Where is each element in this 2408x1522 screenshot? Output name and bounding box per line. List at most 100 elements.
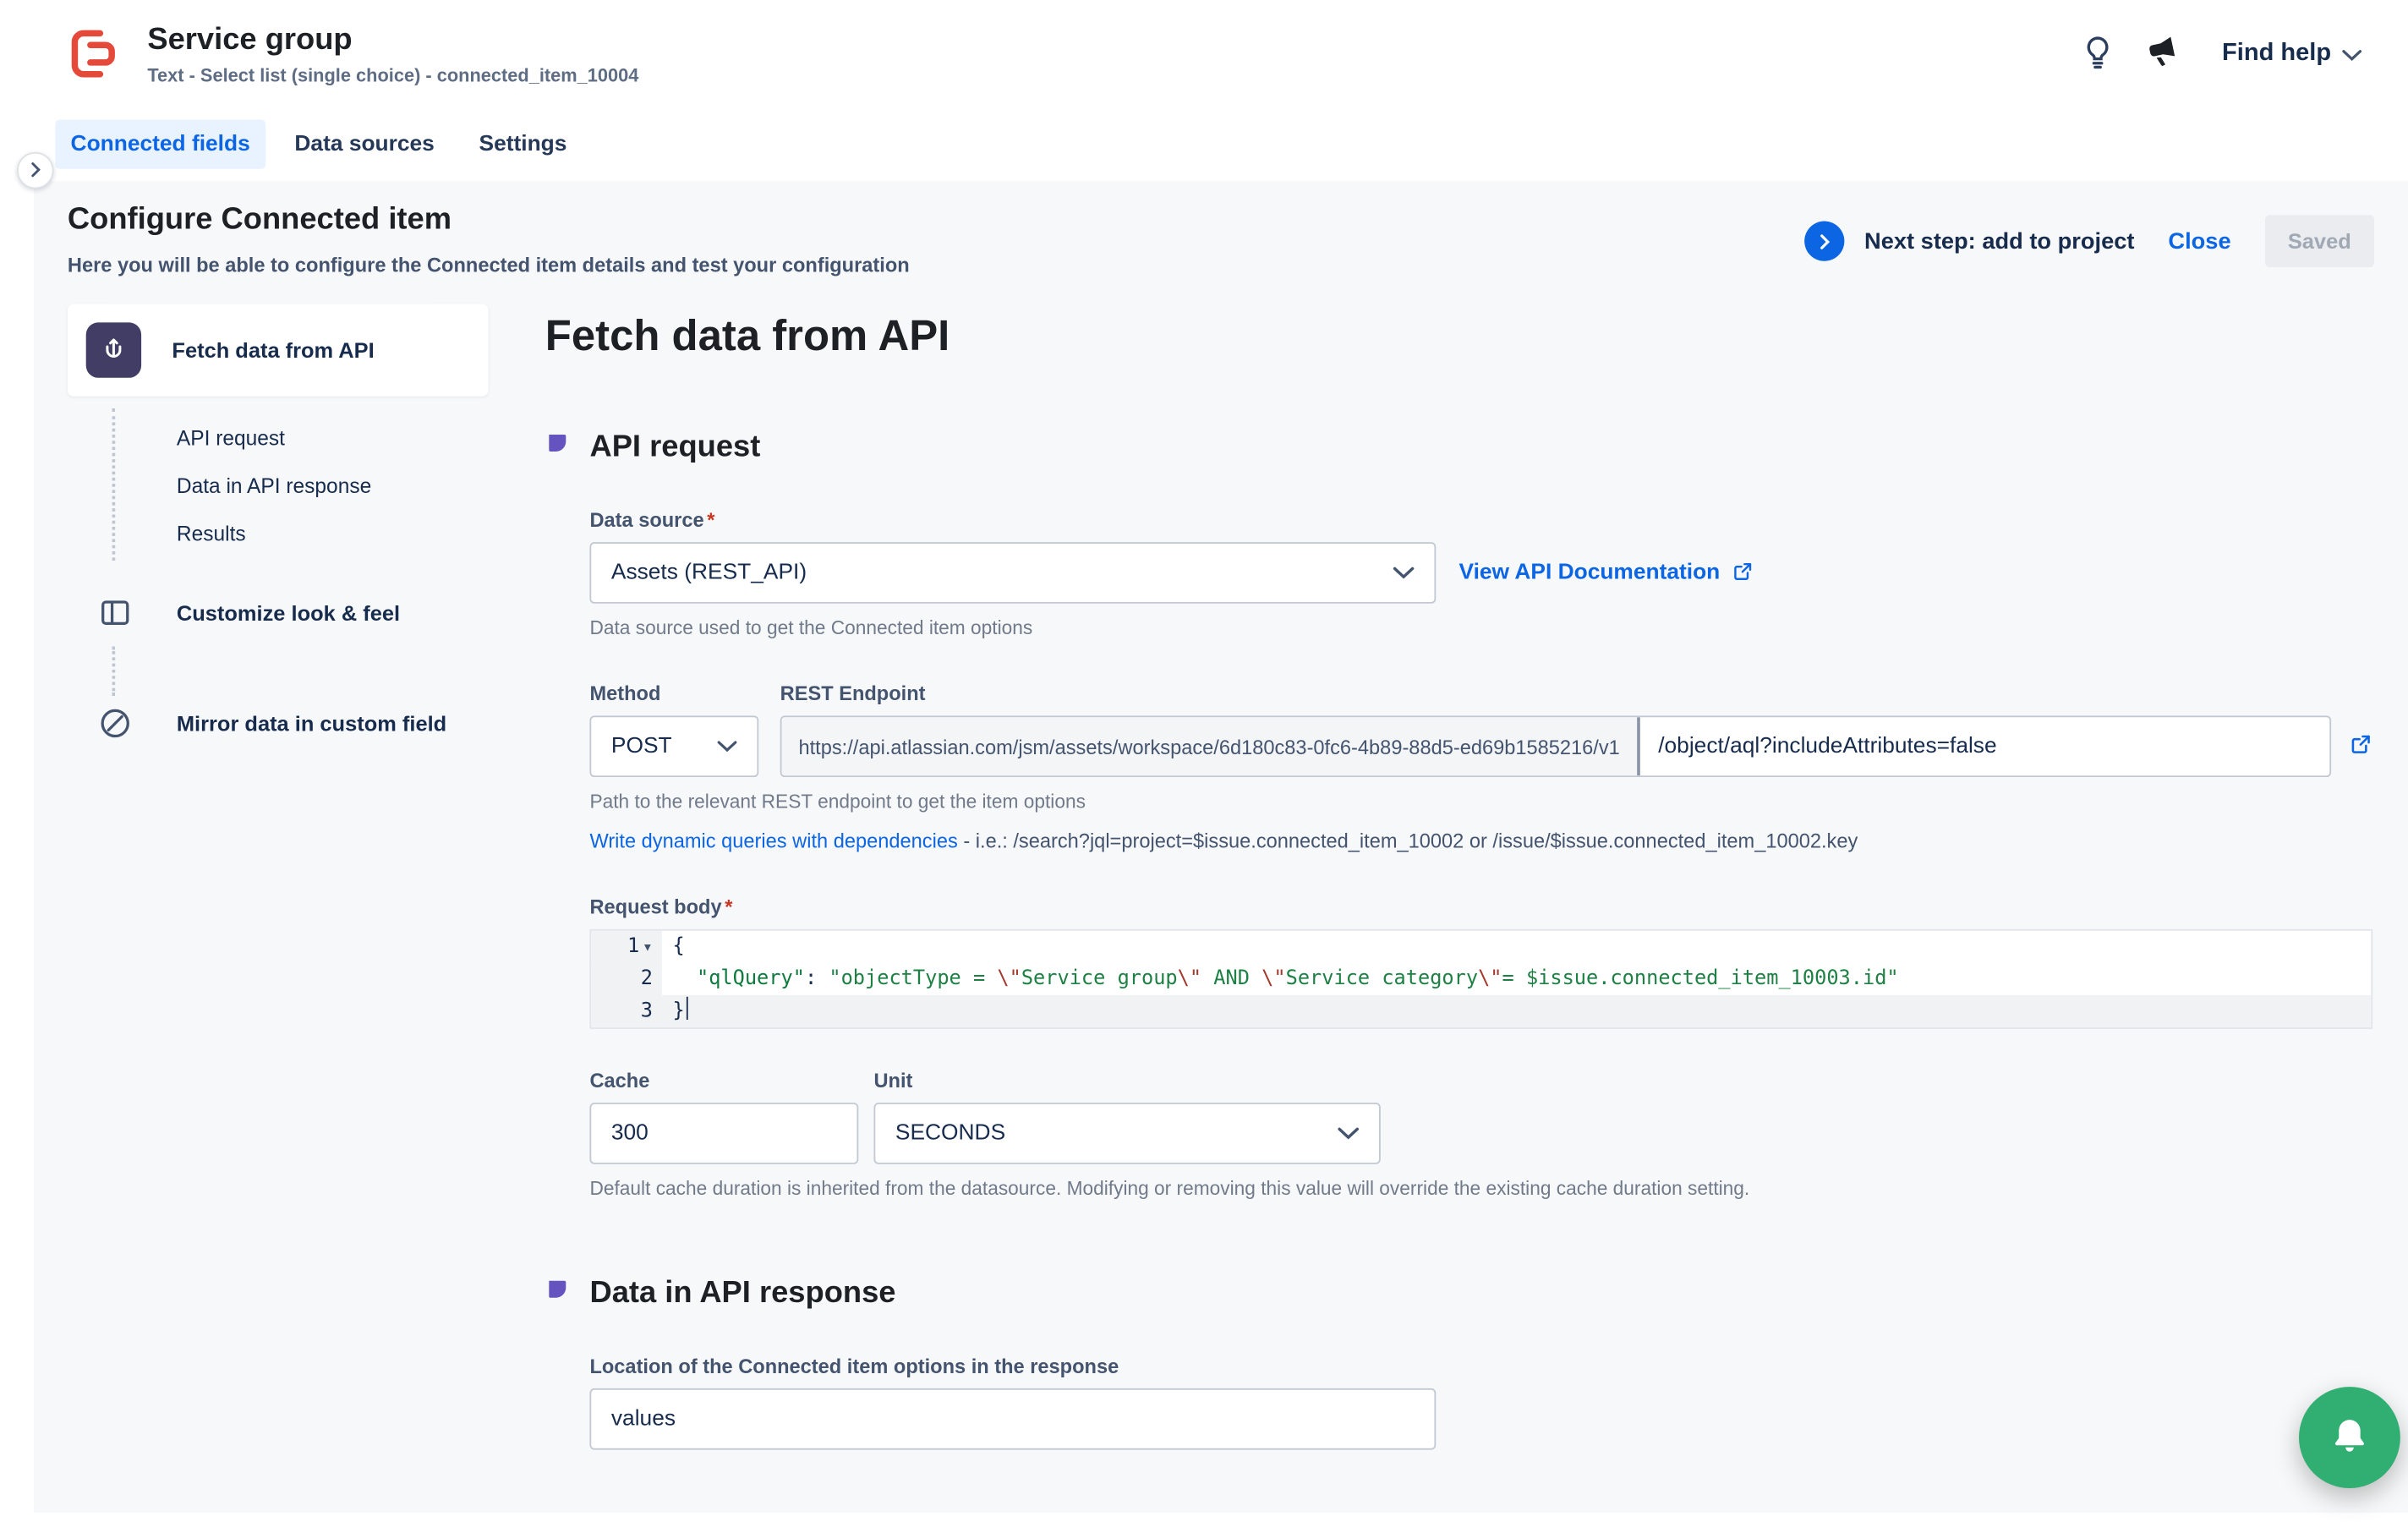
method-label: Method [589, 682, 758, 704]
code-line-1: 1▾ { [591, 931, 2371, 963]
required-asterisk: * [707, 508, 714, 531]
app-logo-icon [66, 25, 124, 83]
lightbulb-icon [2077, 31, 2117, 76]
tab-data-sources[interactable]: Data sources [279, 120, 450, 169]
main-title: Fetch data from API [545, 310, 2374, 363]
data-source-help: Data source used to get the Connected it… [589, 617, 2374, 638]
method-select[interactable]: POST [589, 715, 758, 777]
find-help-menu[interactable]: Find help [2222, 40, 2361, 68]
endpoint-value: /object/aql?includeAttributes=false [1639, 734, 2015, 758]
data-source-select[interactable]: Assets (REST_API) [589, 542, 1436, 604]
code-content: } [662, 995, 2372, 1027]
view-api-documentation-link[interactable]: View API Documentation [1458, 558, 1755, 588]
rest-endpoint-input[interactable]: https://api.atlassian.com/jsm/assets/wor… [780, 715, 2331, 777]
section-marker-icon [545, 1278, 570, 1310]
content-area: Connected fields Data sources Settings C… [34, 107, 2408, 1522]
page-title: Service group [147, 21, 638, 58]
subnav-api-request[interactable]: API request [177, 414, 489, 462]
data-source-row: Assets (REST_API) View API Documentation [589, 542, 2374, 604]
step-mirror-label: Mirror data in custom field [177, 711, 446, 736]
tips-button[interactable] [2075, 30, 2121, 76]
chevron-down-icon [717, 734, 737, 758]
step-fetch-data[interactable]: Fetch data from API [68, 304, 489, 397]
step-sub-list: API request Data in API response Results [68, 414, 489, 557]
close-button[interactable]: Close [2168, 228, 2230, 255]
open-endpoint-button[interactable] [2348, 731, 2374, 762]
bell-icon [2329, 1414, 2372, 1461]
cache-help: Default cache duration is inherited from… [589, 1178, 2374, 1199]
request-body-label: Request body* [589, 895, 2374, 918]
unit-column: Unit SECONDS [873, 1069, 1380, 1164]
tab-connected-fields[interactable]: Connected fields [55, 120, 265, 169]
unit-value: SECONDS [895, 1121, 1005, 1146]
configure-panel: Configure Connected item Here you will b… [34, 181, 2408, 1513]
step-customize-label: Customize look & feel [177, 600, 400, 625]
app-header: Service group Text - Select list (single… [0, 0, 2408, 107]
page-subtitle: Text - Select list (single choice) - con… [147, 64, 638, 85]
sidebar-expand-button[interactable] [17, 152, 54, 189]
api-request-section-title: API request [589, 430, 760, 466]
line-number-gutter: 3 [591, 995, 662, 1027]
unit-select[interactable]: SECONDS [873, 1103, 1380, 1164]
fold-arrow-icon[interactable]: ▾ [643, 937, 653, 957]
endpoint-help: Path to the relevant REST endpoint to ge… [589, 791, 2374, 812]
chevron-down-icon [2342, 42, 2362, 65]
cache-column: Cache [589, 1069, 858, 1164]
config-title: Configure Connected item [68, 201, 910, 239]
step-mirror[interactable]: Mirror data in custom field [68, 705, 489, 742]
find-help-label: Find help [2222, 40, 2331, 68]
config-subtitle: Here you will be able to configure the C… [68, 254, 910, 276]
dynamic-queries-line: Write dynamic queries with dependencies … [589, 829, 2374, 852]
subnav-data-in-response[interactable]: Data in API response [177, 463, 489, 510]
location-input[interactable] [589, 1388, 1436, 1450]
text-cursor [687, 997, 689, 1020]
external-link-icon [2348, 731, 2374, 762]
saved-button[interactable]: Saved [2265, 215, 2374, 267]
endpoint-line: https://api.atlassian.com/jsm/assets/wor… [780, 715, 2374, 777]
cache-input[interactable] [589, 1103, 858, 1164]
notifications-fab[interactable] [2299, 1387, 2400, 1488]
required-asterisk: * [725, 895, 732, 918]
data-source-label: Data source* [589, 508, 2374, 531]
chevron-down-icon [1393, 561, 1414, 585]
config-body: Fetch data from API API request Data in … [34, 276, 2408, 1450]
subnav-results[interactable]: Results [177, 510, 489, 557]
next-step-button[interactable]: Next step: add to project [1804, 222, 2134, 261]
announcements-button[interactable] [2143, 30, 2188, 76]
code-line-3: 3 } [591, 995, 2371, 1027]
tab-settings[interactable]: Settings [463, 120, 582, 169]
chevron-down-icon [1338, 1121, 1359, 1146]
step-connector [112, 647, 489, 696]
left-rail [0, 107, 34, 1522]
code-content: { [662, 931, 2372, 963]
api-request-section-head: API request [545, 430, 2374, 466]
next-step-label: Next step: add to project [1864, 228, 2134, 255]
section-marker-icon [545, 431, 570, 463]
unit-label: Unit [873, 1069, 1380, 1092]
mirror-slash-icon [96, 705, 134, 742]
step-fetch-label: Fetch data from API [172, 338, 374, 363]
step-customize[interactable]: Customize look & feel [68, 594, 489, 632]
arrow-right-circle-icon [1804, 222, 1844, 261]
method-column: Method POST [589, 682, 758, 777]
code-content: "qlQuery": "objectType = \"Service group… [662, 963, 2372, 995]
dynamic-queries-link[interactable]: Write dynamic queries with dependencies [589, 829, 957, 852]
rest-endpoint-label: REST Endpoint [780, 682, 2374, 704]
line-number-gutter: 2 [591, 963, 662, 995]
external-link-icon [1731, 558, 1755, 588]
config-actions: Next step: add to project Close Saved [1804, 215, 2374, 267]
dynamic-queries-example: - i.e.: /search?jql=project=$issue.conne… [958, 829, 1858, 852]
endpoint-prefix: https://api.atlassian.com/jsm/assets/wor… [781, 717, 1639, 775]
endpoint-column: REST Endpoint https://api.atlassian.com/… [780, 682, 2374, 777]
tab-bar: Connected fields Data sources Settings [34, 107, 2408, 181]
megaphone-icon [2140, 27, 2190, 80]
cache-unit-row: Cache Unit SECONDS [589, 1069, 2374, 1164]
page-title-block: Service group Text - Select list (single… [147, 21, 638, 85]
method-endpoint-row: Method POST REST Endpoint [589, 682, 2374, 777]
fetch-icon [86, 322, 141, 377]
request-body-editor[interactable]: 1▾ { 2 "qlQuery": "objectType = \"Servic… [589, 929, 2372, 1029]
main-panel: Fetch data from API API request Data sou… [489, 304, 2374, 1450]
api-request-section-body: Data source* Assets (REST_API) View API … [545, 508, 2374, 1199]
app-window: Service group Text - Select list (single… [0, 0, 2408, 1522]
chevron-right-icon [30, 159, 41, 182]
